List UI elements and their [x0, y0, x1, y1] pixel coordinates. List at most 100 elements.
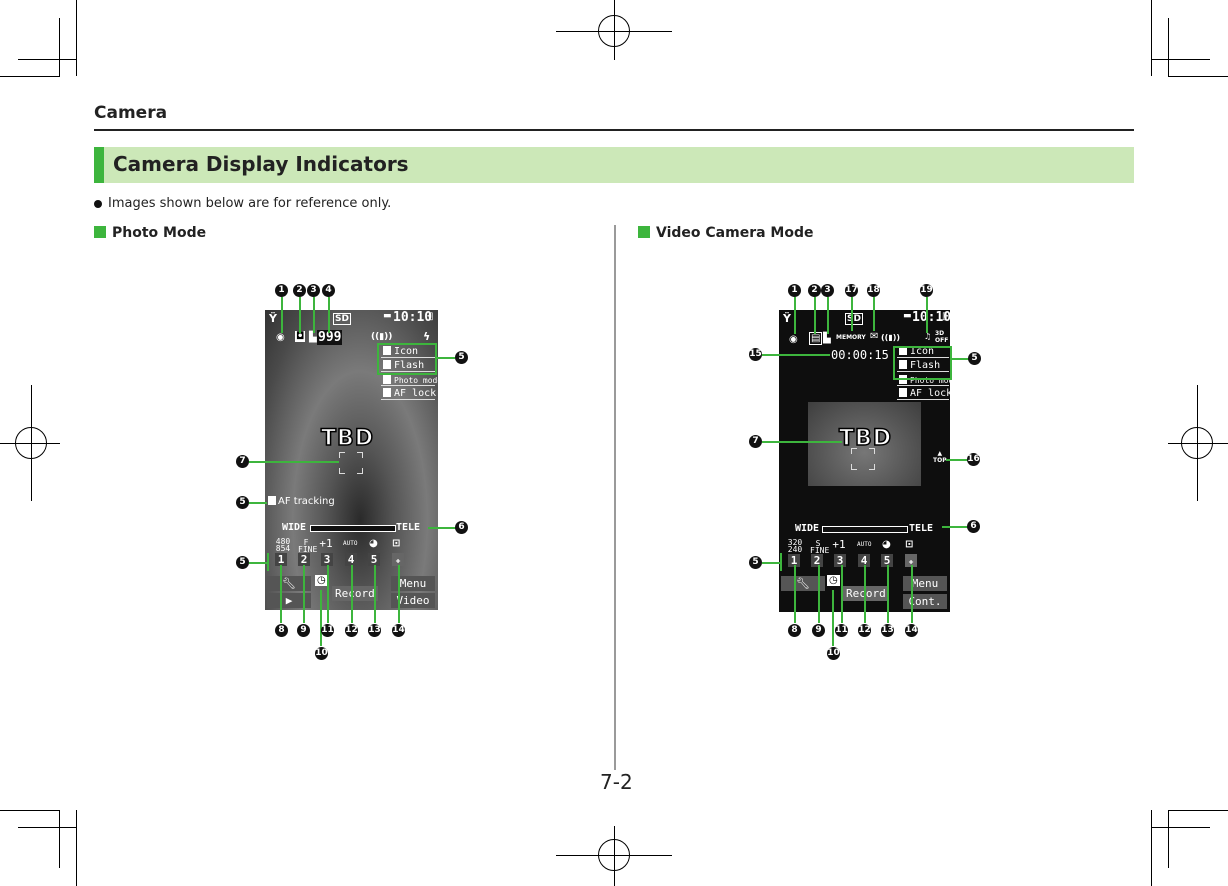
recording-time: 00:00:15: [831, 348, 889, 362]
callout-badge: 11: [835, 624, 848, 637]
menu-key-icon: [383, 375, 391, 384]
signal-icon: Ÿ: [783, 312, 791, 325]
callout-line: [762, 354, 830, 356]
callout-line: [827, 297, 829, 334]
callout-line: [762, 562, 780, 564]
callout-badge: 8: [788, 624, 801, 637]
callout-line: [851, 297, 853, 331]
callout-line: [280, 565, 282, 623]
callout-line: [950, 358, 970, 360]
callout-line: [320, 590, 322, 646]
menu-item-af-lock[interactable]: AF lock: [381, 388, 436, 400]
callout-line: [864, 565, 866, 623]
callout-badge: 6: [967, 520, 980, 533]
callout-line: [926, 297, 928, 333]
zoom-slider[interactable]: [310, 525, 396, 532]
top-indicator: ▲ TOP: [933, 450, 947, 464]
white-balance-icon: AUTO: [343, 540, 358, 547]
callout-badge: 18: [867, 284, 880, 297]
video-mode-heading: Video Camera Mode: [638, 225, 814, 241]
clock: 10:10: [393, 310, 433, 325]
green-square-icon: [94, 226, 106, 238]
zoom-tele-label: TELE: [909, 523, 934, 534]
record-softkey[interactable]: Record: [332, 586, 378, 601]
callout-badge: 19: [920, 284, 933, 297]
callout-badge: 9: [812, 624, 825, 637]
menu-item-label: Photo mode: [394, 376, 438, 385]
callout-line: [832, 590, 834, 646]
continuous-softkey[interactable]: Cont.: [903, 594, 947, 609]
callout-badge: 6: [455, 521, 468, 534]
callout-line: [911, 565, 913, 623]
focus-frame: [339, 452, 363, 474]
photo-mode-heading-text: Photo Mode: [112, 225, 207, 241]
exposure-value: +1: [319, 537, 333, 550]
arrow-up-icon: ▲: [937, 450, 943, 457]
callout-badge: 4: [322, 284, 335, 297]
af-tracking-label: AF tracking: [278, 496, 335, 507]
callout-badge: 5: [968, 352, 981, 365]
top-label: TOP: [933, 457, 947, 464]
signal-icon: Ÿ: [269, 312, 277, 325]
quality-icon: F FINE: [298, 538, 318, 554]
callout-badge: 1: [275, 284, 288, 297]
menu-item-photo-mode[interactable]: Photo mode: [381, 375, 438, 386]
callout-badge: 12: [858, 624, 871, 637]
callout-badge: 1: [788, 284, 801, 297]
callout-line: [841, 565, 843, 623]
vibration-icon: ((▮)): [371, 332, 393, 342]
zoom-slider[interactable]: [822, 526, 908, 533]
callout-badge: 5: [455, 351, 468, 364]
callout-badge: 3: [307, 284, 320, 297]
callout-line: [299, 297, 301, 333]
battery-icon: ▯: [942, 311, 948, 322]
self-timer-icon: ◷: [827, 575, 840, 586]
callout-badge: 10: [315, 647, 328, 660]
3d-off-icon: 3D OFF: [935, 330, 949, 344]
focus-frame: [851, 448, 875, 470]
callout-badge: 15: [749, 348, 762, 361]
green-square-icon: [638, 226, 650, 238]
menu-item-label: AF lock: [910, 388, 950, 399]
storage-icon: ▙: [309, 332, 317, 343]
chapter-rule: [94, 129, 1134, 131]
play-icon: ▶: [285, 594, 293, 607]
zoom-wide-label: WIDE: [282, 522, 307, 533]
callout-badge: 7: [749, 435, 762, 448]
page-number: 7-2: [600, 770, 633, 794]
sd-card-icon: SD: [333, 313, 351, 325]
zoom-tele-label: TELE: [396, 522, 421, 533]
scene-icon: ◕: [882, 539, 891, 550]
memory-label: MEMORY: [836, 334, 866, 341]
section-accent: [94, 147, 104, 183]
menu-key-icon: [899, 388, 907, 397]
face-detect-icon: ⊡: [905, 539, 914, 550]
callout-line: [351, 565, 353, 623]
callout-line: [328, 297, 330, 333]
setting-key-2[interactable]: 2: [811, 554, 823, 567]
zoom-wide-label: WIDE: [795, 523, 820, 534]
callout-line: [814, 297, 816, 334]
callout-line: [303, 565, 305, 623]
menu-key-icon: [383, 388, 391, 397]
af-tracking: AF tracking: [268, 496, 335, 507]
image-size-icon: 480 854: [275, 537, 291, 553]
menu-softkey[interactable]: Menu: [903, 576, 947, 591]
setting-key-3[interactable]: 3: [834, 554, 846, 567]
callout-line: [794, 297, 796, 334]
menu-item-af-lock[interactable]: AF lock: [897, 388, 950, 400]
callout-line: [249, 562, 267, 564]
self-timer-icon: ◷: [315, 575, 328, 586]
video-mode-heading-text: Video Camera Mode: [656, 225, 814, 241]
column-divider: [614, 225, 616, 770]
exposure-value: +1: [832, 538, 846, 551]
scene-icon: ◕: [369, 538, 378, 549]
callout-line: [327, 565, 329, 623]
mic-off-icon: ♫: [924, 332, 932, 341]
callout-line: [946, 459, 968, 461]
callout-line: [435, 357, 455, 359]
camera-mode-icon: ◉: [276, 332, 285, 343]
callout-line: [818, 565, 820, 623]
wrench-icon: 🔧︎: [282, 577, 296, 590]
note: Images shown below are for reference onl…: [94, 196, 391, 211]
